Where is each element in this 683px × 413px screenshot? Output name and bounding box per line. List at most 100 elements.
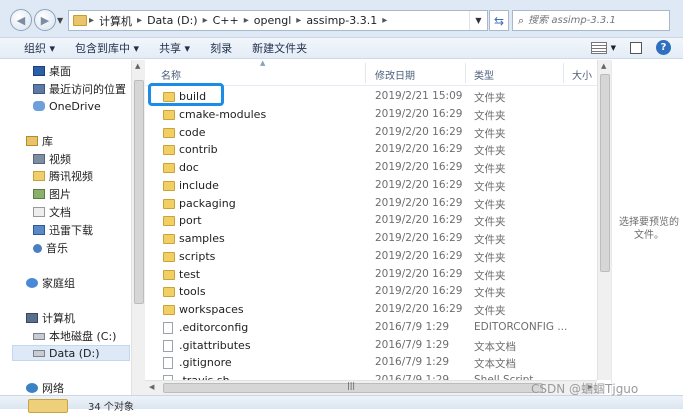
- breadcrumb-separator-icon[interactable]: ▸: [380, 15, 389, 26]
- file-row[interactable]: scripts 2019/2/20 16:29 文件夹: [145, 248, 597, 266]
- file-row[interactable]: workspaces 2019/2/20 16:29 文件夹: [145, 301, 597, 319]
- preview-pane-icon[interactable]: [630, 41, 642, 54]
- nav-item-recent[interactable]: 最近访问的位置: [33, 81, 126, 97]
- address-field[interactable]: ▸ 计算机 ▸ Data (D:) ▸ C++ ▸ opengl ▸ assim…: [68, 10, 488, 31]
- file-name: .gitignore: [179, 356, 232, 370]
- nav-item-data-drive[interactable]: Data (D:): [12, 345, 130, 361]
- file-row[interactable]: tools 2019/2/20 16:29 文件夹: [145, 283, 597, 301]
- breadcrumb-separator-icon[interactable]: ▸: [87, 15, 96, 26]
- column-divider[interactable]: [465, 63, 466, 83]
- file-list-scrollbar[interactable]: ▲: [597, 60, 611, 380]
- breadcrumb-data-drive[interactable]: Data (D:): [144, 14, 201, 27]
- file-icon: [163, 339, 173, 352]
- file-name: .gitattributes: [179, 338, 251, 352]
- new-folder-button[interactable]: 新建文件夹: [242, 40, 317, 56]
- column-name[interactable]: 名称: [161, 67, 181, 82]
- nav-item-computer[interactable]: 计算机: [26, 310, 75, 326]
- nav-item-videos[interactable]: 视频: [33, 151, 71, 167]
- column-size[interactable]: 大小: [572, 67, 592, 82]
- nav-label: 家庭组: [42, 277, 75, 290]
- nav-scroll-thumb[interactable]: [134, 80, 144, 304]
- nav-scrollbar[interactable]: ▲: [131, 60, 145, 395]
- folder-icon: [163, 198, 175, 209]
- scroll-left-arrow-icon[interactable]: ◀: [149, 383, 154, 391]
- file-type: EDITORCONFIG ...: [474, 320, 568, 333]
- forward-button[interactable]: ▶: [34, 9, 56, 31]
- file-row[interactable]: .gitattributes 2016/7/9 1:29 文本文档: [145, 337, 597, 355]
- file-row[interactable]: samples 2019/2/20 16:29 文件夹: [145, 230, 597, 248]
- file-modified-date: 2016/7/9 1:29: [375, 356, 450, 369]
- breadcrumb-separator-icon[interactable]: ▸: [135, 15, 144, 26]
- view-dropdown-icon[interactable]: ▼: [611, 44, 616, 52]
- forward-arrow-icon: ▶: [40, 13, 50, 27]
- nav-item-music[interactable]: 音乐: [33, 240, 68, 256]
- column-type[interactable]: 类型: [474, 67, 494, 82]
- drive-icon: [33, 332, 45, 340]
- view-options-icon[interactable]: [590, 41, 607, 54]
- recent-pages-dropdown-icon[interactable]: ▼: [57, 16, 63, 25]
- refresh-button[interactable]: ⇆: [489, 10, 509, 31]
- breadcrumb-opengl[interactable]: opengl: [251, 14, 295, 27]
- breadcrumb-separator-icon[interactable]: ▸: [294, 15, 303, 26]
- scroll-up-arrow-icon[interactable]: ▲: [601, 62, 606, 70]
- nav-item-thunder[interactable]: 迅雷下载: [33, 222, 93, 238]
- breadcrumb-assimp[interactable]: assimp-3.3.1: [303, 14, 380, 27]
- breadcrumb-separator-icon[interactable]: ▸: [242, 15, 251, 26]
- file-name: cmake-modules: [179, 107, 267, 121]
- file-modified-date: 2019/2/20 16:29: [375, 107, 463, 120]
- file-icon: [163, 357, 173, 370]
- search-box[interactable]: ⌕: [512, 10, 670, 31]
- organize-button[interactable]: 组织 ▾: [0, 40, 65, 56]
- nav-item-documents[interactable]: 文档: [33, 204, 71, 220]
- column-modified[interactable]: 修改日期: [375, 67, 415, 82]
- file-row[interactable]: .editorconfig 2016/7/9 1:29 EDITORCONFIG .…: [145, 319, 597, 337]
- file-type: 文件夹: [474, 163, 506, 175]
- file-list-scroll-thumb[interactable]: [600, 74, 610, 272]
- file-row[interactable]: test 2019/2/20 16:29 文件夹: [145, 266, 597, 284]
- include-in-library-button[interactable]: 包含到库中 ▾: [65, 40, 149, 56]
- nav-item-desktop[interactable]: 桌面: [33, 63, 71, 79]
- back-button[interactable]: ◀: [10, 9, 32, 31]
- share-button[interactable]: 共享 ▾: [149, 40, 200, 56]
- folder-icon: [163, 109, 175, 120]
- nav-item-network[interactable]: 网络: [26, 380, 64, 395]
- nav-label: 本地磁盘 (C:): [49, 330, 117, 343]
- burn-button[interactable]: 刻录: [200, 40, 242, 56]
- file-row[interactable]: packaging 2019/2/20 16:29 文件夹: [145, 195, 597, 213]
- file-name: samples: [179, 232, 225, 245]
- column-divider[interactable]: [365, 63, 366, 83]
- nav-item-onedrive[interactable]: OneDrive: [33, 98, 101, 114]
- file-row[interactable]: port 2019/2/20 16:29 文件夹: [145, 212, 597, 230]
- nav-label: Data (D:): [49, 346, 100, 360]
- file-row[interactable]: doc 2019/2/20 16:29 文件夹: [145, 159, 597, 177]
- help-icon[interactable]: ?: [656, 40, 671, 55]
- folder-icon: [73, 15, 87, 26]
- breadcrumb-cpp[interactable]: C++: [210, 14, 242, 27]
- drive-icon: [33, 349, 45, 357]
- nav-item-local-disk[interactable]: 本地磁盘 (C:): [33, 328, 116, 344]
- homegroup-icon: [26, 278, 38, 288]
- scroll-up-arrow-icon[interactable]: ▲: [135, 62, 140, 70]
- search-input[interactable]: [528, 15, 659, 26]
- sort-indicator-icon: ▲: [260, 60, 266, 67]
- breadcrumb-separator-icon[interactable]: ▸: [201, 15, 210, 26]
- address-dropdown-icon[interactable]: ▼: [469, 11, 487, 30]
- nav-item-tencent-video[interactable]: 腾讯视频: [33, 168, 93, 184]
- nav-label: 视频: [49, 153, 71, 166]
- file-row[interactable]: .gitignore 2016/7/9 1:29 文本文档: [145, 354, 597, 372]
- folder-icon: [163, 269, 175, 280]
- file-name: test: [179, 267, 201, 281]
- horizontal-scrollbar[interactable]: ◀ ||| ▶: [145, 380, 597, 395]
- file-row[interactable]: cmake-modules 2019/2/20 16:29 文件夹: [145, 106, 597, 124]
- column-divider[interactable]: [563, 63, 564, 83]
- file-row[interactable]: contrib 2019/2/20 16:29 文件夹: [145, 141, 597, 159]
- nav-item-homegroup[interactable]: 家庭组: [26, 275, 75, 291]
- file-name: code: [179, 125, 206, 139]
- breadcrumb-computer[interactable]: 计算机: [96, 13, 135, 29]
- nav-item-pictures[interactable]: 图片: [33, 186, 71, 202]
- file-row[interactable]: .travis.sh2016/7/9 1:29Shell Script: [145, 372, 597, 380]
- nav-item-libraries[interactable]: 库: [26, 133, 53, 149]
- file-modified-date: 2019/2/20 16:29: [375, 143, 463, 156]
- file-row[interactable]: include 2019/2/20 16:29 文件夹: [145, 177, 597, 195]
- file-row[interactable]: code 2019/2/20 16:29 文件夹: [145, 124, 597, 142]
